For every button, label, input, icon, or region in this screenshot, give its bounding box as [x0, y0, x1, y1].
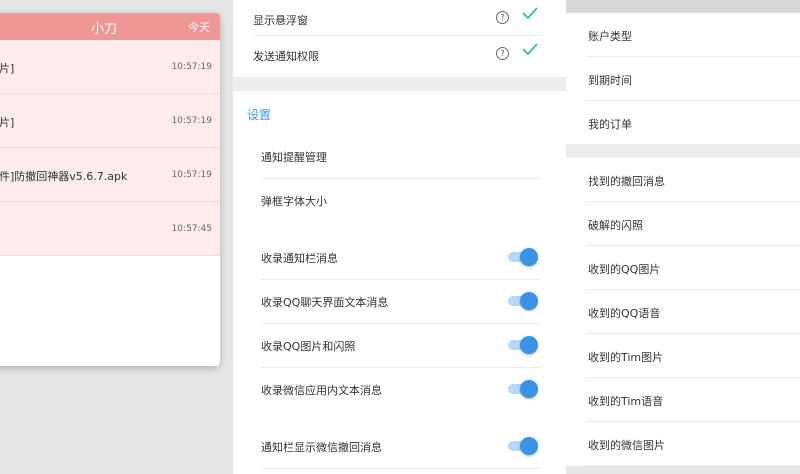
toggle-label: 收录通知栏消息	[261, 252, 338, 265]
chat-date-label: 今天	[188, 21, 210, 34]
setting-label: 通知提醒管理	[261, 151, 327, 164]
records-section: 找到的撤回消息 破解的闪照 收到的QQ图片 收到的QQ语音 收到的Tim图片 收…	[566, 158, 800, 466]
account-section: 账户类型 到期时间 我的订单	[566, 13, 800, 144]
question-circle-icon[interactable]: ?	[496, 11, 509, 24]
message-item[interactable]: 图片] 10:57:19	[0, 40, 220, 94]
toggle-label: 收录QQ图片和闪照	[261, 340, 356, 353]
record-item-label: 找到的撤回消息	[588, 175, 665, 188]
toggle-switch[interactable]	[508, 292, 538, 310]
chat-card: 小刀 今天 图片] 10:57:19 图片] 10:57:19 文件]防撤回神器…	[0, 13, 220, 366]
settings-title-text: 设置	[247, 108, 272, 122]
message-text: 图片]	[0, 62, 15, 75]
toggle-switch[interactable]	[508, 437, 538, 455]
toggle-row[interactable]: 收录微信应用内文本消息	[261, 368, 540, 411]
chat-header: 小刀 今天	[0, 13, 220, 40]
recalled-messages-item[interactable]: 找到的撤回消息	[586, 158, 800, 202]
record-item-label: 收到的微信图片	[588, 439, 665, 452]
toggle-switch[interactable]	[508, 336, 538, 354]
message-item[interactable]: 10:57:45	[0, 202, 220, 256]
qq-images-item[interactable]: 收到的QQ图片	[586, 246, 800, 290]
tim-images-item[interactable]: 收到的Tim图片	[586, 334, 800, 378]
account-item-label: 到期时间	[588, 74, 632, 87]
message-time: 10:57:19	[171, 170, 212, 180]
account-type-item[interactable]: 账户类型	[586, 13, 800, 57]
record-item-label: 收到的Tim语音	[588, 395, 664, 408]
chat-title: 小刀	[90, 22, 117, 37]
qq-voice-item[interactable]: 收到的QQ语音	[586, 290, 800, 334]
message-time: 10:57:19	[171, 62, 212, 72]
setting-label: 弹框字体大小	[261, 195, 327, 208]
account-item-label: 账户类型	[588, 30, 632, 43]
message-text: 图片]	[0, 116, 15, 129]
toggle-switch[interactable]	[508, 248, 538, 266]
settings-panel: 显示悬浮窗 ? 发送通知权限 ? 设置 通知提醒管理 弹框字体大小 收录通知栏消…	[233, 0, 566, 474]
wechat-images-item[interactable]: 收到的微信图片	[586, 422, 800, 466]
permission-label: 发送通知权限	[253, 50, 319, 63]
message-item[interactable]: 文件]防撤回神器v5.6.7.apk 10:57:19	[0, 148, 220, 202]
section-divider	[566, 144, 800, 158]
message-time: 10:57:19	[171, 116, 212, 126]
permission-label: 显示悬浮窗	[253, 14, 308, 27]
top-bar-edge	[566, 0, 800, 13]
section-divider	[233, 77, 566, 91]
account-panel: 账户类型 到期时间 我的订单 找到的撤回消息 破解的闪照 收到的QQ图片 收到的…	[566, 0, 800, 474]
toggle-label: 通知栏显示微信撤回消息	[261, 441, 382, 454]
expiry-time-item[interactable]: 到期时间	[586, 57, 800, 101]
my-orders-item[interactable]: 我的订单	[586, 101, 800, 144]
toggle-row[interactable]: 收录通知栏消息	[261, 236, 540, 280]
popup-font-size-item[interactable]: 弹框字体大小	[261, 179, 540, 222]
account-item-label: 我的订单	[588, 118, 632, 131]
toggle-label: 收录微信应用内文本消息	[261, 384, 382, 397]
record-item-label: 破解的闪照	[588, 219, 643, 232]
cracked-flash-photos-item[interactable]: 破解的闪照	[586, 202, 800, 246]
permission-row-notify[interactable]: 发送通知权限 ?	[253, 36, 542, 77]
message-time: 10:57:45	[171, 224, 212, 234]
notification-manage-item[interactable]: 通知提醒管理	[261, 135, 540, 179]
settings-section-title: 设置	[233, 91, 566, 135]
message-item[interactable]: 图片] 10:57:19	[0, 94, 220, 148]
permission-row-overlay[interactable]: 显示悬浮窗 ?	[253, 0, 542, 36]
record-item-label: 收到的QQ语音	[588, 307, 661, 320]
toggle-label: 收录QQ聊天界面文本消息	[261, 296, 389, 309]
toggle-row[interactable]: 收录QQ聊天界面文本消息	[261, 280, 540, 324]
check-icon	[522, 7, 538, 19]
toggle-row[interactable]: 收录QQ图片和闪照	[261, 324, 540, 368]
check-icon	[522, 43, 538, 55]
chat-panel: 小刀 今天 图片] 10:57:19 图片] 10:57:19 文件]防撤回神器…	[0, 0, 233, 474]
record-item-label: 收到的QQ图片	[588, 263, 661, 276]
record-item-label: 收到的Tim图片	[588, 351, 664, 364]
question-circle-icon[interactable]: ?	[496, 47, 509, 60]
toggle-switch[interactable]	[508, 380, 538, 398]
message-text: 文件]防撤回神器v5.6.7.apk	[0, 170, 128, 183]
toggle-row[interactable]: 通知栏显示微信撤回消息	[261, 425, 540, 469]
tim-voice-item[interactable]: 收到的Tim语音	[586, 378, 800, 422]
